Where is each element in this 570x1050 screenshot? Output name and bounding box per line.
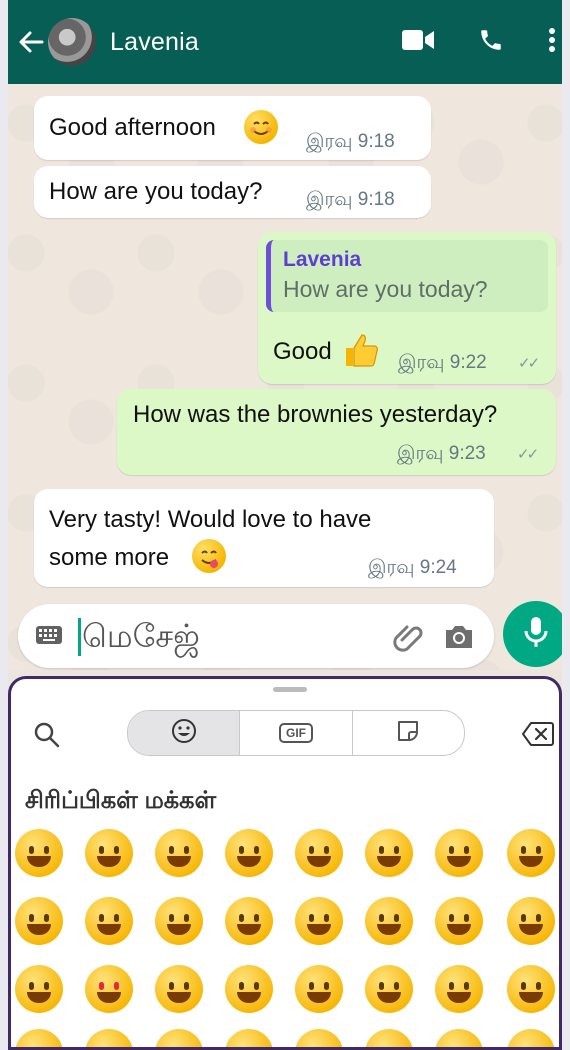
- quoted-sender: Lavenia: [283, 248, 362, 271]
- phone-call-icon[interactable]: [478, 27, 504, 58]
- message-text: How was the brownies yesterday?: [133, 401, 498, 428]
- kissing-face-closed-eyes-icon[interactable]: [435, 965, 483, 1013]
- message-input[interactable]: மெசேஜ்: [82, 618, 200, 659]
- message-composer[interactable]: மெசேஜ்: [18, 604, 494, 668]
- face-blowing-kiss-icon[interactable]: [225, 965, 273, 1013]
- smiling-face-with-halo-icon[interactable]: [295, 897, 343, 945]
- sticker-icon: [395, 718, 421, 749]
- message-time: இரவு 9:24: [368, 557, 457, 578]
- kissing-face-smiling-eyes-icon[interactable]: [365, 965, 413, 1013]
- video-call-icon[interactable]: [402, 29, 434, 56]
- face-with-tears-of-joy-icon[interactable]: [507, 829, 555, 877]
- emoji-partial-icon[interactable]: [365, 1029, 413, 1047]
- face-savoring-food-icon[interactable]: [507, 965, 555, 1013]
- smiling-face-icon[interactable]: [155, 897, 203, 945]
- message-text: Good afternoon: [49, 114, 216, 141]
- upside-down-face-icon[interactable]: [435, 897, 483, 945]
- paperclip-icon[interactable]: [392, 620, 426, 654]
- back-arrow-icon[interactable]: [18, 29, 44, 55]
- smiling-face-heart-eyes-icon[interactable]: [85, 965, 133, 1013]
- grinning-face-big-eyes-icon[interactable]: [85, 829, 133, 877]
- microphone-icon: [523, 615, 549, 654]
- backspace-icon[interactable]: [521, 721, 555, 747]
- message-text: Good: [273, 338, 332, 365]
- kissing-face-icon[interactable]: [295, 965, 343, 1013]
- beaming-face-icon[interactable]: [225, 829, 273, 877]
- smiling-face-with-tear-icon[interactable]: [85, 897, 133, 945]
- message-list[interactable]: Good afternoon இரவு 9:18 How are you tod…: [0, 84, 570, 670]
- grinning-face-icon[interactable]: [15, 829, 63, 877]
- smiling-face-smiling-eyes-icon[interactable]: [225, 897, 273, 945]
- chat-header: Lavenia: [0, 0, 570, 84]
- emoji-partial-icon[interactable]: [155, 1029, 203, 1047]
- microphone-button[interactable]: [503, 601, 569, 667]
- message-text: How are you today?: [49, 178, 263, 205]
- message-time: இரவு 9:23: [397, 443, 486, 464]
- message-bubble-incoming[interactable]: Very tasty! Would love to have some more…: [34, 489, 494, 587]
- tab-sticker[interactable]: [351, 711, 464, 755]
- read-receipt-icon: ✓✓: [517, 446, 539, 463]
- gif-label: GIF: [278, 723, 313, 743]
- keyboard-icon[interactable]: [36, 626, 62, 644]
- message-bubble-outgoing[interactable]: How was the brownies yesterday? இரவு 9:2…: [117, 389, 556, 475]
- message-bubble-outgoing[interactable]: Lavenia How are you today? Good இரவு 9:2…: [258, 232, 556, 384]
- text-caret: [78, 618, 81, 656]
- message-bubble-incoming[interactable]: Good afternoon இரவு 9:18: [34, 96, 431, 160]
- smiling-face-icon: [244, 110, 278, 144]
- avatar[interactable]: [48, 18, 96, 66]
- drag-handle[interactable]: [273, 687, 307, 692]
- emoji-category-tabs: GIF: [127, 710, 465, 756]
- message-time: இரவு 9:18: [306, 131, 395, 152]
- face-holding-back-tears-icon[interactable]: [365, 829, 413, 877]
- squinting-face-icon[interactable]: [295, 829, 343, 877]
- emoji-picker-panel[interactable]: GIF சிரிப்பிகள் மக்கள்: [8, 676, 562, 1050]
- rolling-on-floor-laughing-icon[interactable]: [15, 897, 63, 945]
- emoji-partial-icon[interactable]: [15, 1029, 63, 1047]
- emoji-category-title: சிரிப்பிகள் மக்கள்: [25, 787, 217, 814]
- message-time: இரவு 9:18: [306, 189, 395, 210]
- emoji-partial-icon[interactable]: [295, 1029, 343, 1047]
- grinning-face-sweat-icon[interactable]: [435, 829, 483, 877]
- slightly-smiling-face-icon[interactable]: [365, 897, 413, 945]
- emoji-partial-icon[interactable]: [225, 1029, 273, 1047]
- tab-gif[interactable]: GIF: [239, 711, 351, 755]
- tab-emoji[interactable]: [128, 711, 240, 755]
- grinning-face-smiling-eyes-icon[interactable]: [155, 829, 203, 877]
- search-icon[interactable]: [33, 721, 61, 749]
- contact-name[interactable]: Lavenia: [110, 28, 199, 57]
- quoted-message[interactable]: Lavenia How are you today?: [266, 240, 548, 312]
- face-savoring-food-icon: [192, 539, 226, 573]
- message-bubble-incoming[interactable]: How are you today? இரவு 9:18: [34, 166, 431, 218]
- winking-face-icon[interactable]: [507, 897, 555, 945]
- read-receipt-icon: ✓✓: [518, 355, 540, 372]
- thumbs-up-icon: [342, 332, 380, 375]
- emoji-tab-icon: [171, 718, 197, 749]
- camera-icon[interactable]: [442, 620, 476, 654]
- emoji-partial-icon[interactable]: [507, 1029, 555, 1047]
- smiling-face-with-hearts-icon[interactable]: [155, 965, 203, 1013]
- emoji-partial-icon[interactable]: [435, 1029, 483, 1047]
- quoted-text: How are you today?: [283, 276, 488, 302]
- relieved-face-icon[interactable]: [15, 965, 63, 1013]
- more-options-icon[interactable]: [548, 27, 556, 58]
- message-time: இரவு 9:22: [398, 352, 487, 373]
- emoji-partial-icon[interactable]: [85, 1029, 133, 1047]
